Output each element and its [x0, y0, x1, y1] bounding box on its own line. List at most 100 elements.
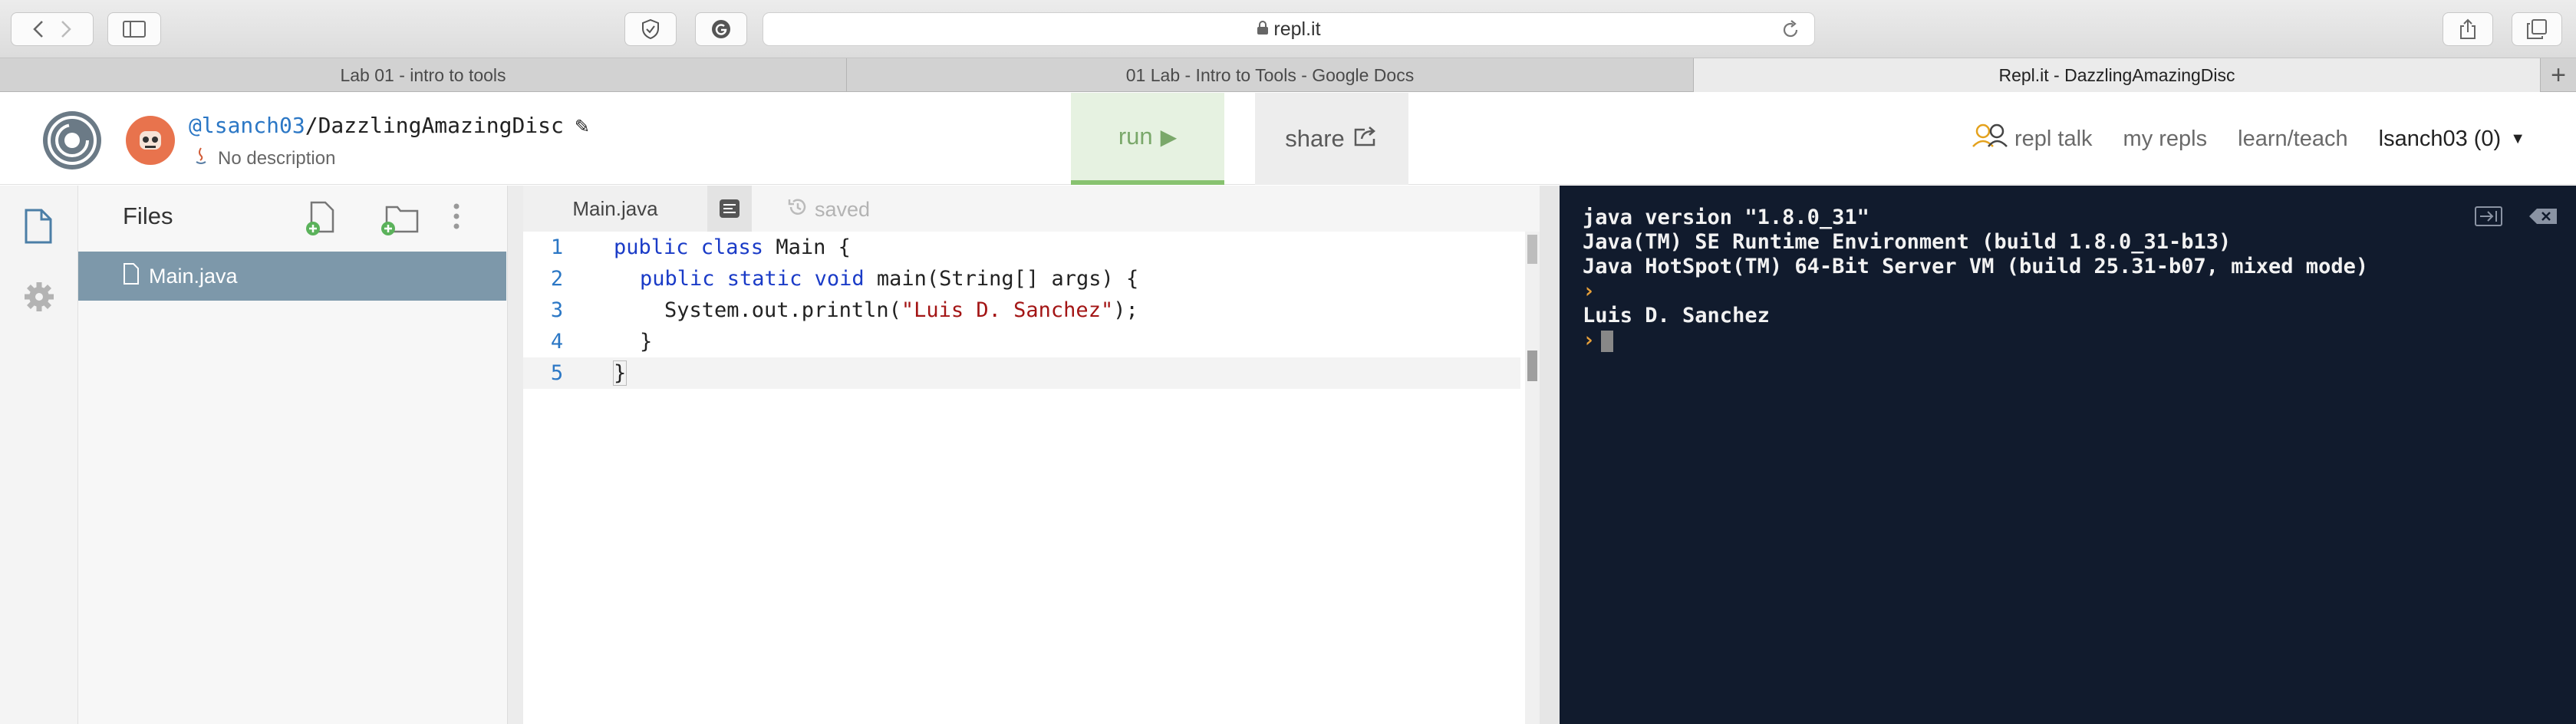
editor-tab-main-java[interactable]: Main.java [523, 186, 707, 232]
edit-pencil-icon[interactable]: ✎ [575, 116, 590, 137]
repl-title: @lsanch03/DazzlingAmazingDisc ✎ [189, 113, 590, 138]
people-icon [1972, 123, 2008, 154]
code-editor[interactable]: Main.java saved 1 public class Main { 2 … [523, 186, 1540, 724]
code-token: main(String[] args) { [864, 267, 1139, 291]
file-item-main-java[interactable]: Main.java [78, 252, 506, 301]
nav-repl-talk[interactable]: repl talk [1972, 123, 2093, 154]
top-nav: repl talk my repls learn/teach lsanch03 … [1972, 123, 2525, 154]
code-area[interactable]: 1 public class Main { 2 public static vo… [523, 232, 1520, 389]
panel-resize-handle[interactable] [508, 186, 523, 724]
sidebar-toggle-icon[interactable] [107, 12, 161, 46]
play-icon: ▶ [1160, 124, 1178, 149]
clear-console-icon[interactable] [2528, 206, 2558, 232]
code-line: 2 public static void main(String[] args)… [523, 263, 1520, 295]
left-rail [0, 186, 78, 724]
scrollbar-marker [1527, 350, 1537, 381]
save-status: saved [787, 196, 870, 223]
run-label: run [1118, 123, 1153, 150]
shield-icon[interactable] [624, 12, 677, 46]
code-line: 1 public class Main { [523, 232, 1520, 263]
back-icon[interactable] [33, 20, 44, 38]
code-token: ); [1113, 298, 1138, 322]
code-text: public static void main(String[] args) { [591, 267, 1138, 291]
code-token: Main { [763, 235, 851, 259]
account-label: lsanch03 (0) [2378, 126, 2502, 151]
console-line: Java(TM) SE Runtime Environment (build 1… [1583, 230, 2232, 254]
browser-tab-active[interactable]: Repl.it - DazzlingAmazingDisc [1694, 58, 2541, 92]
nav-learn-teach[interactable]: learn/teach [2238, 127, 2348, 152]
forward-icon[interactable] [61, 20, 71, 38]
code-token: } [640, 330, 653, 354]
gear-icon[interactable] [23, 281, 55, 317]
console-line: java version "1.8.0_31" [1583, 206, 1869, 229]
tabs-overview-icon[interactable] [2512, 12, 2562, 46]
file-name: Main.java [149, 264, 238, 288]
avatar[interactable] [126, 116, 175, 165]
code-line: 4 } [523, 326, 1520, 357]
history-icon [787, 196, 809, 223]
add-folder-icon[interactable] [380, 201, 420, 240]
address-bar[interactable]: repl.it [763, 12, 1815, 46]
line-number: 3 [550, 298, 564, 322]
chevron-down-icon: ▼ [2510, 130, 2526, 147]
expand-console-icon[interactable] [2474, 206, 2503, 232]
console-output: java version "1.8.0_31" Java(TM) SE Runt… [1583, 206, 2368, 353]
console-resize-handle[interactable] [1540, 186, 1560, 724]
nav-repl-talk-label: repl talk [2014, 126, 2093, 151]
address-text: repl.it [1273, 18, 1321, 40]
new-tab-button[interactable]: + [2541, 58, 2576, 92]
console-input-line[interactable]: › [1583, 328, 2368, 353]
save-status-label: saved [815, 198, 871, 221]
console-cursor [1601, 330, 1614, 352]
browser-toolbar: repl.it [0, 0, 2576, 58]
file-icon [123, 262, 140, 290]
repl-name[interactable]: DazzlingAmazingDisc [318, 113, 564, 138]
console-prompt: › [1583, 328, 1596, 352]
format-code-icon[interactable] [707, 186, 752, 232]
code-token: } [612, 360, 628, 386]
files-panel: Files Main.java [78, 186, 508, 724]
replit-logo-icon[interactable] [40, 108, 104, 176]
browser-tab[interactable]: 01 Lab - Intro to Tools - Google Docs [847, 58, 1694, 92]
description-text[interactable]: No description [218, 148, 335, 169]
keyword: public class [614, 235, 764, 259]
code-line-current: 5 } [523, 357, 1520, 389]
console-prompt: › [1583, 279, 1596, 303]
share-button[interactable]: share [1255, 93, 1408, 185]
line-number: 5 [550, 361, 564, 385]
nav-my-repls[interactable]: my repls [2123, 127, 2208, 152]
app-header: @lsanch03/DazzlingAmazingDisc ✎ No descri… [0, 93, 2576, 185]
editor-scrollbar[interactable] [1525, 232, 1540, 724]
console-line: Java HotSpot(TM) 64-Bit Server VM (build… [1583, 255, 2369, 278]
more-options-icon[interactable] [453, 201, 460, 235]
console-panel[interactable]: java version "1.8.0_31" Java(TM) SE Runt… [1560, 186, 2576, 724]
files-title: Files [123, 202, 173, 229]
files-icon[interactable] [23, 209, 54, 248]
share-sheet-icon[interactable] [2443, 12, 2493, 46]
grammarly-icon[interactable] [695, 12, 747, 46]
line-number: 2 [550, 267, 564, 291]
run-button[interactable]: run ▶ [1071, 93, 1224, 185]
code-token: System.out.println( [664, 298, 901, 322]
code-text: } [591, 360, 628, 386]
browser-tab[interactable]: Lab 01 - intro to tools [0, 58, 847, 92]
repl-owner-link[interactable]: @lsanch03 [189, 113, 305, 138]
java-icon [193, 146, 209, 171]
code-text: System.out.println("Luis D. Sanchez"); [591, 298, 1138, 322]
add-file-icon[interactable] [305, 201, 336, 240]
share-label: share [1285, 125, 1345, 152]
repl-description: No description [193, 146, 335, 171]
code-line: 3 System.out.println("Luis D. Sanchez"); [523, 295, 1520, 326]
scrollbar-thumb[interactable] [1527, 235, 1537, 264]
editor-tab-bar: Main.java saved [523, 186, 1540, 232]
account-menu[interactable]: lsanch03 (0) ▼ [2379, 127, 2525, 152]
share-icon [1354, 125, 1379, 153]
line-number: 4 [550, 330, 564, 354]
back-forward-group [11, 12, 94, 46]
code-text: public class Main { [591, 235, 851, 259]
line-number: 1 [550, 235, 564, 259]
reload-icon[interactable] [1780, 20, 1800, 45]
keyword: public static void [640, 267, 865, 291]
console-program-output: Luis D. Sanchez [1583, 304, 1770, 327]
title-separator: / [305, 113, 318, 138]
